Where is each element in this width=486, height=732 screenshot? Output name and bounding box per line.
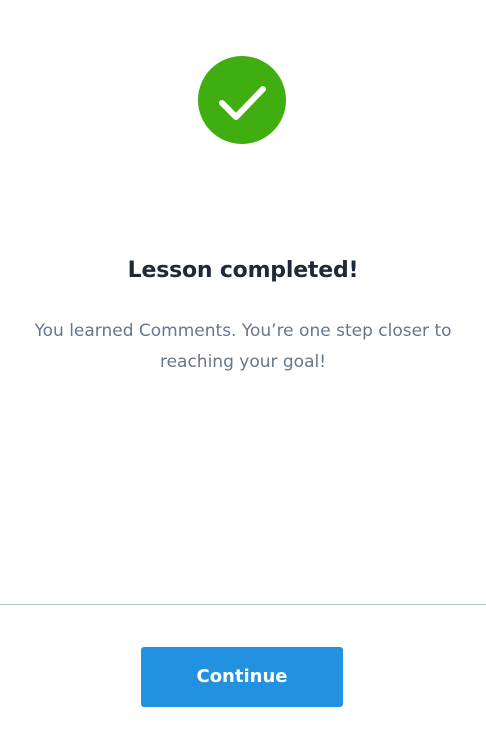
success-checkmark-icon [198, 56, 286, 144]
lesson-completed-message: You learned Comments. You’re one step cl… [34, 321, 452, 372]
footer-divider [0, 604, 486, 605]
lesson-completed-title: Lesson completed! [127, 258, 359, 283]
continue-button[interactable]: Continue [141, 647, 343, 707]
